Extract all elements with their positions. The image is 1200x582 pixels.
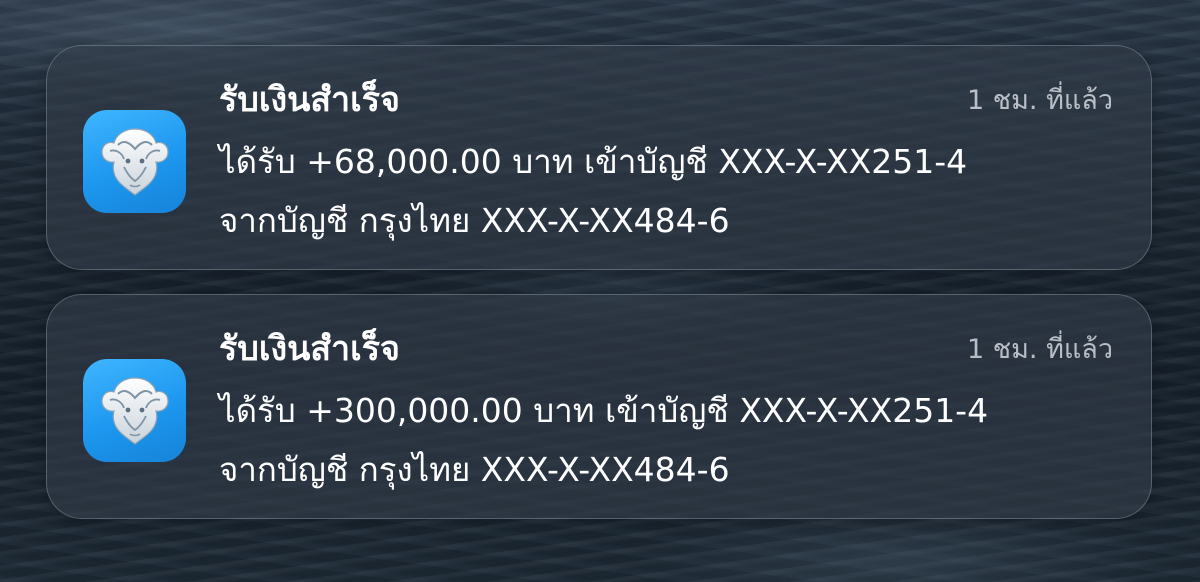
bird-emblem-icon	[100, 127, 169, 196]
krungthai-bank-logo-icon	[83, 359, 186, 462]
notification-title: รับเงินสำเร็จ	[219, 80, 400, 120]
notification-time: 1 ชม. ที่แล้ว	[967, 334, 1113, 365]
notification-body-line-2: จากบัญชี กรุงไทย XXX-X-XX484-6	[219, 201, 730, 240]
notification-card[interactable]: รับเงินสำเร็จ 1 ชม. ที่แล้ว ได้รับ +68,0…	[46, 45, 1152, 270]
notification-title: รับเงินสำเร็จ	[219, 329, 400, 369]
notification-body-line-2: จากบัญชี กรุงไทย XXX-X-XX484-6	[219, 450, 730, 489]
bird-emblem-icon	[100, 376, 169, 445]
notification-card[interactable]: รับเงินสำเร็จ 1 ชม. ที่แล้ว ได้รับ +300,…	[46, 294, 1152, 519]
notification-body-line-1: ได้รับ +300,000.00 บาท เข้าบัญชี XXX-X-X…	[219, 391, 989, 430]
notification-time: 1 ชม. ที่แล้ว	[967, 85, 1113, 116]
notification-body-line-1: ได้รับ +68,000.00 บาท เข้าบัญชี XXX-X-XX…	[219, 142, 968, 181]
krungthai-bank-logo-icon	[83, 110, 186, 213]
